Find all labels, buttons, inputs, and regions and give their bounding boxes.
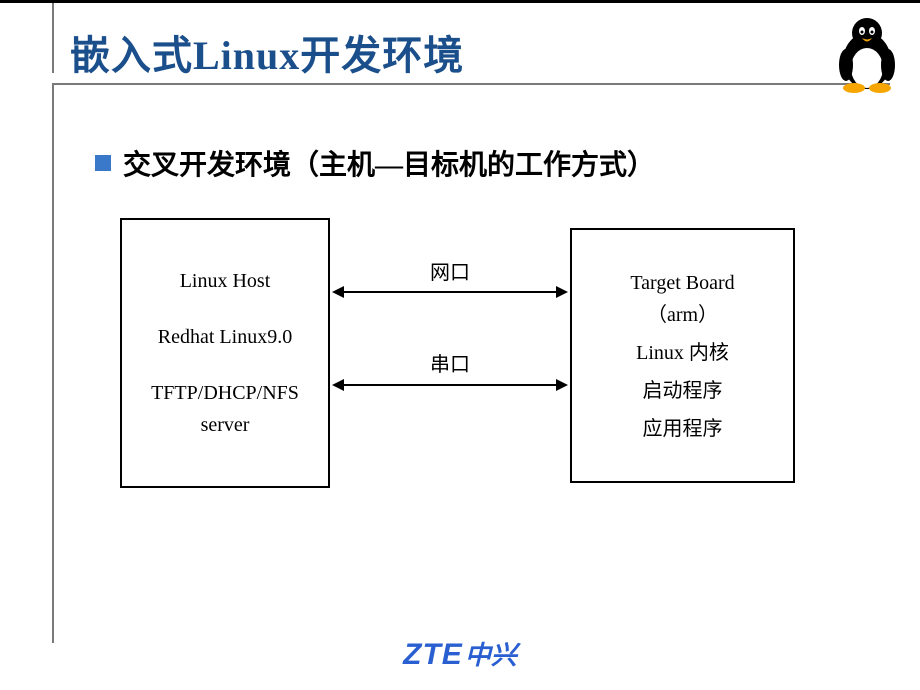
- brand-en: ZTE: [403, 638, 463, 671]
- architecture-diagram: Linux Host Redhat Linux9.0 TFTP/DHCP/NFS…: [120, 218, 800, 508]
- double-arrow-network-icon: [330, 283, 570, 301]
- brand-cn: 中兴: [465, 640, 517, 670]
- double-arrow-serial-icon: [330, 376, 570, 394]
- title-vertical-rule: [52, 3, 54, 73]
- bullet-item: 交叉开发环境（主机—目标机的工作方式）: [95, 143, 655, 183]
- target-line1: Target Board: [630, 267, 734, 299]
- connections: 网口 串口: [330, 218, 570, 488]
- bullet-square-icon: [95, 155, 111, 171]
- tux-penguin-icon: [832, 13, 902, 93]
- host-line2: Redhat Linux9.0: [158, 321, 292, 353]
- host-line1: Linux Host: [180, 265, 271, 297]
- host-box: Linux Host Redhat Linux9.0 TFTP/DHCP/NFS…: [120, 218, 330, 488]
- target-line2: （arm）: [630, 299, 734, 331]
- footer-logo: ZTE中兴: [0, 635, 920, 672]
- target-line4: 启动程序: [643, 375, 723, 407]
- connection-label-network: 网口: [330, 256, 570, 285]
- host-line3: TFTP/DHCP/NFS server: [128, 377, 322, 441]
- target-box: Target Board （arm） Linux 内核 启动程序 应用程序: [570, 228, 795, 483]
- left-vertical-rule: [52, 83, 54, 643]
- target-line5: 应用程序: [643, 413, 723, 445]
- target-line3: Linux 内核: [636, 337, 729, 369]
- title-underline: [52, 83, 890, 85]
- connection-label-serial: 串口: [330, 348, 570, 377]
- slide-title: 嵌入式Linux开发环境: [70, 23, 920, 91]
- bullet-text: 交叉开发环境（主机—目标机的工作方式）: [123, 143, 655, 183]
